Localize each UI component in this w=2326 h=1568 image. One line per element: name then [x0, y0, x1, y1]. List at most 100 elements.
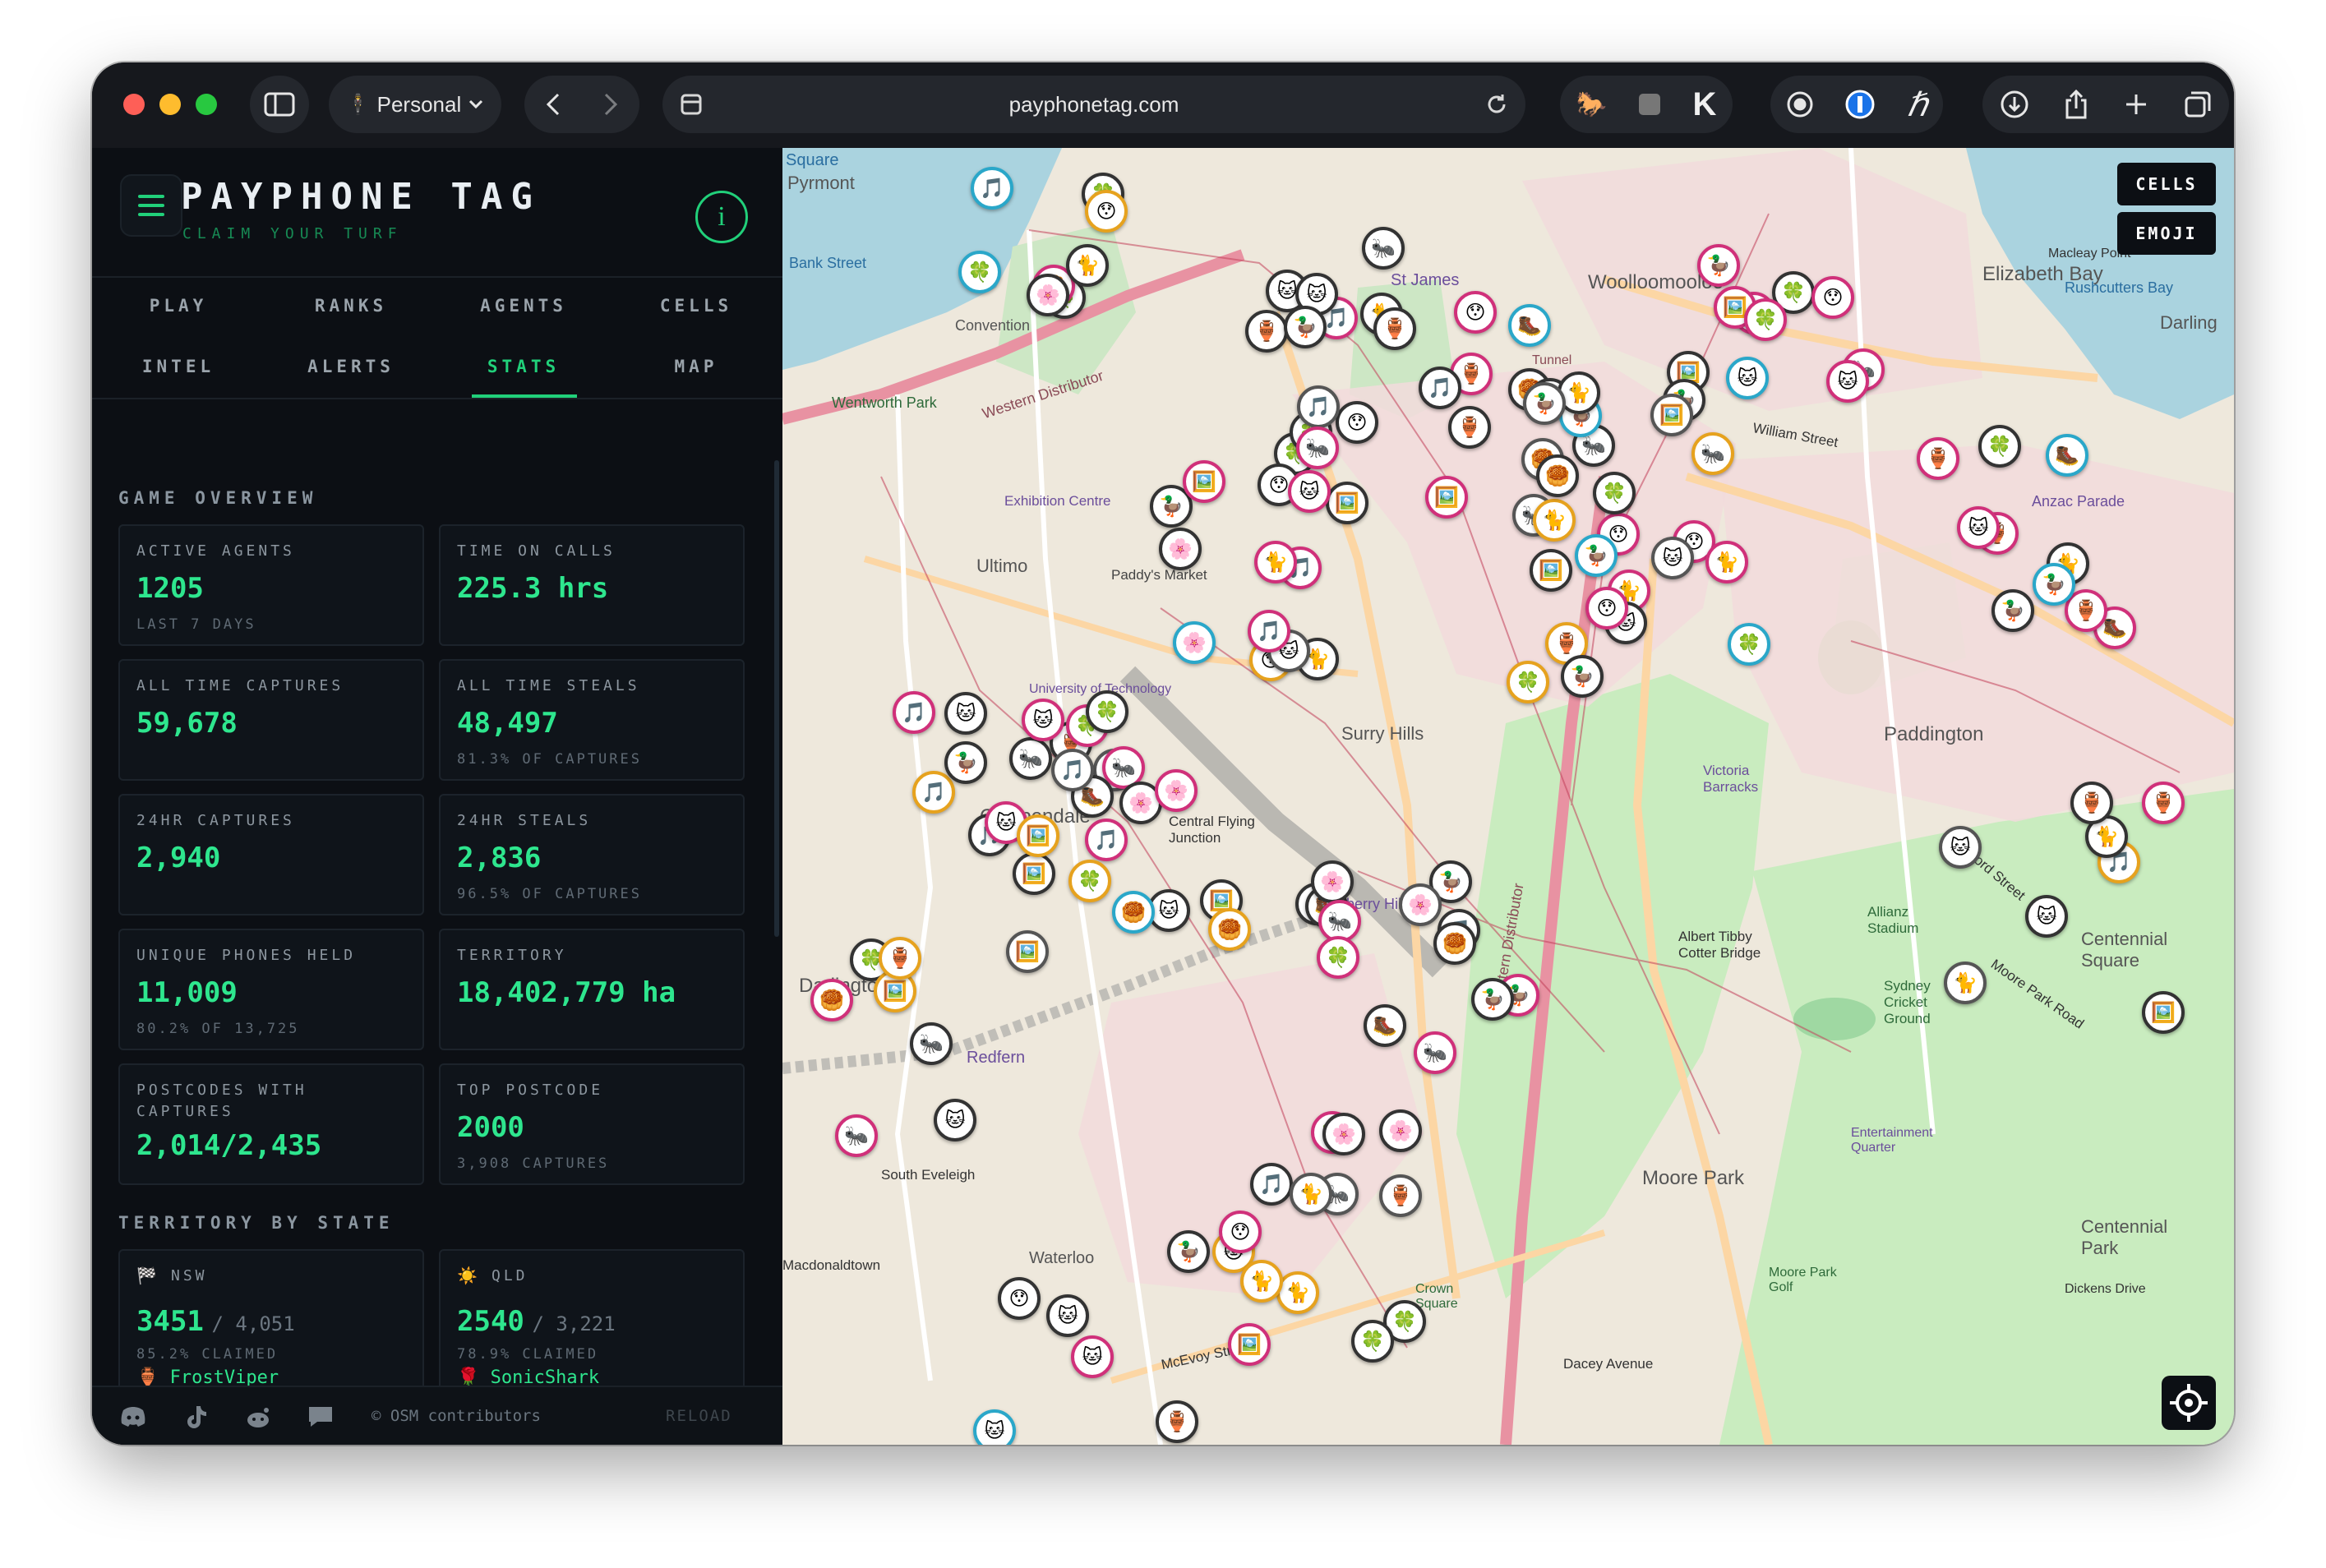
- payphone-marker[interactable]: 🏺: [2070, 782, 2113, 824]
- payphone-marker[interactable]: 🍀: [1728, 623, 1770, 666]
- payphone-marker[interactable]: 🍀: [1317, 936, 1359, 979]
- payphone-marker[interactable]: 🏺: [879, 937, 921, 980]
- payphone-marker[interactable]: 🍀: [1593, 472, 1636, 514]
- payphone-marker[interactable]: 🎵: [1051, 749, 1094, 791]
- downloads-icon[interactable]: [2000, 90, 2029, 119]
- payphone-marker[interactable]: 🦆: [2033, 563, 2075, 606]
- tab-agents[interactable]: AGENTS: [437, 296, 610, 316]
- payphone-marker[interactable]: 🏺: [1373, 307, 1416, 350]
- payphone-marker[interactable]: 🍀: [1978, 425, 2021, 468]
- payphone-marker[interactable]: 🥾: [1508, 304, 1551, 347]
- tab-stats[interactable]: STATS: [437, 357, 610, 376]
- payphone-marker[interactable]: 🎵: [893, 691, 935, 734]
- payphone-marker[interactable]: 🥮: [1112, 891, 1155, 934]
- tab-ranks[interactable]: RANKS: [265, 296, 437, 316]
- payphone-marker[interactable]: 🖼️: [1228, 1323, 1271, 1366]
- address-bar[interactable]: payphonetag.com: [662, 76, 1525, 133]
- map-canvas[interactable]: [782, 148, 2234, 1445]
- map-view[interactable]: Square Pyrmont Bank Street Convention We…: [782, 148, 2234, 1445]
- payphone-marker[interactable]: 🏺: [1917, 437, 1959, 480]
- payphone-marker[interactable]: 🌸: [1379, 1109, 1422, 1152]
- payphone-marker[interactable]: 🐜: [1009, 737, 1052, 780]
- payphone-marker[interactable]: 🌸: [1159, 528, 1202, 570]
- k-extension-icon[interactable]: K: [1692, 86, 1716, 123]
- locate-button[interactable]: [2162, 1376, 2216, 1430]
- tab-play[interactable]: PLAY: [92, 296, 265, 316]
- payphone-marker[interactable]: 🥮: [1433, 922, 1476, 965]
- osm-attribution[interactable]: © OSM contributors: [372, 1407, 541, 1425]
- payphone-marker[interactable]: 🎵: [1419, 367, 1461, 409]
- maximize-window-button[interactable]: [196, 94, 217, 115]
- payphone-marker[interactable]: 🐱: [944, 692, 987, 735]
- payphone-marker[interactable]: 🐈: [1066, 244, 1109, 287]
- payphone-marker[interactable]: 🐱: [1071, 1335, 1114, 1378]
- payphone-marker[interactable]: 🦆: [1284, 306, 1327, 348]
- payphone-marker[interactable]: 🐜: [835, 1114, 878, 1157]
- payphone-marker[interactable]: 🦆: [1167, 1230, 1210, 1273]
- record-extension-icon[interactable]: [1786, 90, 1814, 118]
- payphone-marker[interactable]: 🖼️: [2142, 991, 2185, 1034]
- sidebar-toggle-button[interactable]: [250, 76, 309, 133]
- payphone-marker[interactable]: 🖼️: [1650, 394, 1693, 436]
- payphone-marker[interactable]: 🍀: [958, 251, 1001, 293]
- payphone-marker[interactable]: 🐜: [1362, 227, 1405, 270]
- tab-cells[interactable]: CELLS: [610, 296, 782, 316]
- payphone-marker[interactable]: 🐱: [1726, 357, 1769, 399]
- payphone-marker[interactable]: 🎵: [1248, 610, 1290, 653]
- payphone-marker[interactable]: 🌸: [1399, 883, 1442, 926]
- payphone-marker[interactable]: 🏺: [1245, 310, 1288, 353]
- payphone-marker[interactable]: 🖼️: [1326, 482, 1368, 524]
- payphone-marker[interactable]: 🐈: [1290, 1173, 1332, 1215]
- payphone-marker[interactable]: 🏺: [1379, 1174, 1422, 1217]
- payphone-marker[interactable]: 🖼️: [1017, 814, 1059, 857]
- payphone-marker[interactable]: 😯: [1811, 276, 1854, 319]
- tab-alerts[interactable]: ALERTS: [265, 357, 437, 376]
- payphone-marker[interactable]: 🌸: [1173, 621, 1216, 664]
- payphone-marker[interactable]: 🐜: [1296, 427, 1339, 469]
- payphone-marker[interactable]: 🎵: [912, 771, 955, 814]
- payphone-marker[interactable]: 🦆: [1523, 382, 1566, 425]
- cells-toggle-button[interactable]: CELLS: [2117, 163, 2216, 205]
- payphone-marker[interactable]: 🐈: [1254, 541, 1297, 583]
- close-window-button[interactable]: [123, 94, 145, 115]
- h-extension-icon[interactable]: ℏ: [1907, 85, 1927, 124]
- payphone-marker[interactable]: 🐱: [1957, 506, 2000, 549]
- reddit-icon[interactable]: [243, 1404, 273, 1430]
- payphone-marker[interactable]: 🖼️: [1530, 549, 1572, 592]
- payphone-marker[interactable]: 🥾: [1364, 1004, 1406, 1047]
- scrollbar[interactable]: [774, 460, 779, 937]
- info-button[interactable]: i: [695, 191, 748, 243]
- payphone-marker[interactable]: 🐱: [2025, 895, 2068, 938]
- payphone-marker[interactable]: 🎵: [971, 167, 1013, 210]
- payphone-marker[interactable]: 🦆: [1561, 655, 1604, 698]
- payphone-marker[interactable]: 😯: [1336, 401, 1378, 444]
- payphone-marker[interactable]: 🐱: [1651, 537, 1694, 579]
- payphone-marker[interactable]: 🖼️: [1183, 460, 1225, 503]
- tab-map[interactable]: MAP: [610, 357, 782, 376]
- payphone-marker[interactable]: 😯: [998, 1277, 1041, 1320]
- payphone-marker[interactable]: 🌸: [1311, 860, 1354, 903]
- payphone-marker[interactable]: 🐱: [973, 1409, 1016, 1445]
- payphone-marker[interactable]: 🐜: [910, 1022, 953, 1065]
- payphone-marker[interactable]: 🥮: [1208, 908, 1251, 951]
- payphone-marker[interactable]: 🥾: [2046, 434, 2088, 477]
- payphone-marker[interactable]: 🐈: [1240, 1260, 1283, 1303]
- payphone-marker[interactable]: 🦆: [1697, 244, 1740, 287]
- payphone-marker[interactable]: 🎵: [1085, 819, 1128, 861]
- payphone-marker[interactable]: 😯: [1219, 1211, 1262, 1253]
- minimize-window-button[interactable]: [159, 94, 181, 115]
- payphone-marker[interactable]: 😯: [1454, 291, 1497, 334]
- payphone-marker[interactable]: 🐱: [1939, 826, 1982, 869]
- payphone-marker[interactable]: 🌸: [1322, 1113, 1365, 1155]
- payphone-marker[interactable]: 🖼️: [1013, 852, 1055, 895]
- emoji-toggle-button[interactable]: EMOJI: [2117, 212, 2216, 255]
- payphone-marker[interactable]: 😯: [1585, 587, 1628, 630]
- payphone-marker[interactable]: 🍀: [1086, 690, 1128, 733]
- payphone-marker[interactable]: 🍀: [1744, 298, 1787, 341]
- payphone-marker[interactable]: 🐜: [1691, 432, 1734, 475]
- payphone-marker[interactable]: 🍀: [1068, 860, 1111, 902]
- payphone-marker[interactable]: 🦆: [1471, 978, 1514, 1021]
- payphone-marker[interactable]: 🐱: [1826, 360, 1869, 403]
- payphone-marker[interactable]: 🐱: [934, 1099, 976, 1141]
- payphone-marker[interactable]: 🐱: [1288, 470, 1331, 513]
